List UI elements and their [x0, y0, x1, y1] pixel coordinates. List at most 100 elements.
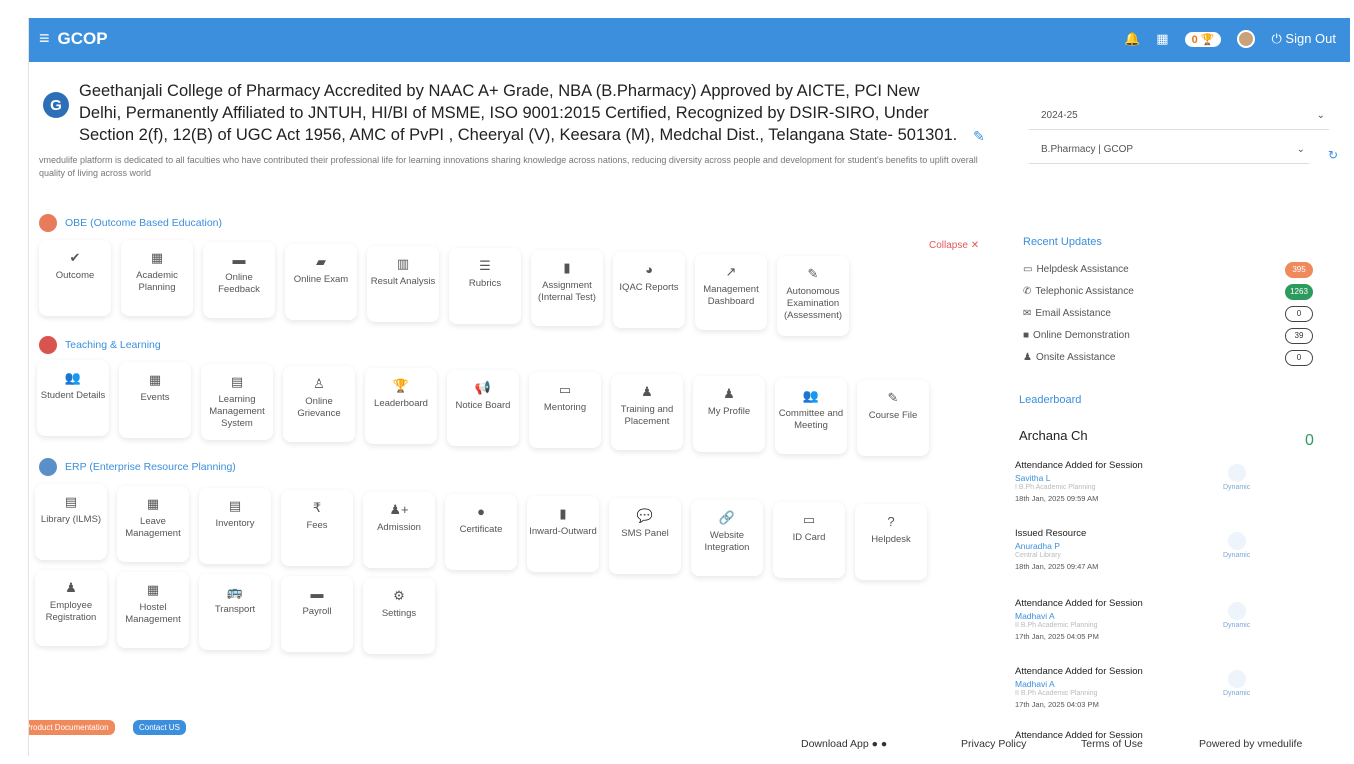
tile-outcome[interactable]: ✔ Outcome [39, 240, 111, 316]
tile-committee-meeting[interactable]: 👥 Committee and Meeting [775, 378, 847, 454]
document-icon: ▮ [563, 260, 571, 275]
certificate-icon: ● [477, 504, 485, 519]
trophy-icon: 🏆 [1200, 33, 1215, 46]
tile-notice-board[interactable]: 📢 Notice Board [447, 370, 519, 446]
tile-online-grievance[interactable]: ♙ Online Grievance [283, 366, 355, 442]
tile-training-placement[interactable]: ♟ Training and Placement [611, 374, 683, 450]
privacy-policy-link[interactable]: Privacy Policy [961, 738, 1026, 750]
tile-academic-planning[interactable]: ▦ Academic Planning [121, 240, 193, 316]
academic-year-select[interactable]: 2024-25 ⌄ [1029, 104, 1329, 130]
tile-certificate[interactable]: ● Certificate [445, 494, 517, 570]
edit-icon[interactable]: ✎ [973, 128, 985, 145]
update-telephonic[interactable]: ✆ Telephonic Assistance 1263 [1023, 283, 1313, 300]
activity-item[interactable]: Attendance Added for Session Savitha L I… [1015, 460, 1315, 503]
tile-fees[interactable]: ₹ Fees [281, 490, 353, 566]
refresh-icon[interactable]: ↻ [1328, 148, 1338, 162]
sign-out-button[interactable]: ⏻ Sign Out [1271, 31, 1336, 47]
update-onsite[interactable]: ♟ Onsite Assistance 0 [1023, 349, 1313, 366]
dynamic-tag: Dynamic [1223, 602, 1250, 629]
tile-settings[interactable]: ⚙ Settings [363, 578, 435, 654]
program-select[interactable]: B.Pharmacy | GCOP ⌄ [1029, 138, 1309, 164]
tile-leave-management[interactable]: ▦ Leave Management [117, 486, 189, 562]
id-card-icon: ▭ [802, 512, 816, 527]
tile-my-profile[interactable]: ♟ My Profile [693, 376, 765, 452]
terms-of-use-link[interactable]: Terms of Use [1081, 738, 1143, 750]
comment-icon: ▬ [232, 252, 246, 267]
teaching-icon [39, 336, 57, 354]
tile-sms-panel[interactable]: 💬 SMS Panel [609, 498, 681, 574]
activity-item[interactable]: Attendance Added for Session Madhavi A I… [1015, 666, 1315, 709]
count-badge: 39 [1285, 327, 1313, 344]
update-online-demo[interactable]: ■ Online Demonstration 39 [1023, 327, 1313, 344]
tile-inventory[interactable]: ▤ Inventory [199, 488, 271, 564]
close-icon: ✕ [970, 240, 980, 251]
folder-icon: ▰ [316, 254, 326, 269]
collapse-button[interactable]: Collapse ✕ [929, 240, 979, 251]
tile-autonomous-examination[interactable]: ✎ Autonomous Examination (Assessment) [777, 256, 849, 336]
trophy-badge[interactable]: 0 🏆 [1184, 31, 1222, 47]
teaching-section-title[interactable]: Teaching & Learning [39, 336, 161, 354]
gear-icon: ⚙ [393, 588, 405, 603]
notification-bell-icon[interactable]: 🔔 [1124, 31, 1140, 47]
question-icon: ? [887, 514, 895, 529]
tile-employee-registration[interactable]: ♟ Employee Registration [35, 570, 107, 646]
edit-document-icon: ✎ [887, 390, 899, 405]
gear-group-icon [39, 458, 57, 476]
tile-hostel-management[interactable]: ▦ Hostel Management [117, 572, 189, 648]
tile-assignment[interactable]: ▮ Assignment (Internal Test) [531, 250, 603, 326]
tile-leaderboard[interactable]: 🏆 Leaderboard [365, 368, 437, 444]
tile-lms[interactable]: ▤ Learning Management System [201, 364, 273, 440]
tile-iqac-reports[interactable]: ◕ IQAC Reports [613, 252, 685, 328]
wallet-icon: ▬ [310, 586, 324, 601]
tile-admission[interactable]: ♟+ Admission [363, 492, 435, 568]
tile-transport[interactable]: 🚌 Transport [199, 574, 271, 650]
tile-rubrics[interactable]: ☰ Rubrics [449, 248, 521, 324]
book-icon: ▤ [230, 374, 244, 389]
download-app-link[interactable]: Download App ● ● [801, 738, 887, 750]
obe-section-title[interactable]: OBE (Outcome Based Education) [39, 214, 222, 232]
chevron-down-icon: ⌄ [1316, 110, 1325, 121]
tile-online-feedback[interactable]: ▬ Online Feedback [203, 242, 275, 318]
group-icon: 👥 [802, 388, 820, 403]
contact-us-button[interactable]: Contact US [133, 720, 186, 735]
tile-inward-outward[interactable]: ▮ Inward-Outward [527, 496, 599, 572]
edit-document-icon: ✎ [807, 266, 819, 281]
hamburger-menu-icon[interactable]: ≡ [39, 28, 50, 49]
tile-payroll[interactable]: ▬ Payroll [281, 576, 353, 652]
list-icon: ☰ [479, 258, 491, 273]
dynamic-tag: Dynamic [1223, 670, 1250, 697]
tile-online-exam[interactable]: ▰ Online Exam [285, 244, 357, 320]
erp-section-title[interactable]: ERP (Enterprise Resource Planning) [39, 458, 236, 476]
chat-icon: 💬 [636, 508, 654, 523]
tile-student-details[interactable]: 👥 Student Details [37, 360, 109, 436]
dynamic-tag: Dynamic [1223, 464, 1250, 491]
tile-events[interactable]: ▦ Events [119, 362, 191, 438]
tile-course-file[interactable]: ✎ Course File [857, 380, 929, 456]
activity-item[interactable]: Attendance Added for Session Madhavi A I… [1015, 598, 1315, 641]
tile-management-dashboard[interactable]: ↗ Management Dashboard [695, 254, 767, 330]
tile-helpdesk[interactable]: ? Helpdesk [855, 504, 927, 580]
top-actions: 🔔 ▦ 0 🏆 ⏻ Sign Out [1124, 30, 1336, 48]
user-plus-icon: ♟+ [389, 502, 409, 517]
activity-item[interactable]: Issued Resource Anuradha P Central Libra… [1015, 528, 1315, 571]
tile-mentoring[interactable]: ▭ Mentoring [529, 372, 601, 448]
leaderboard-title: Leaderboard [1019, 394, 1082, 406]
tile-library[interactable]: ▤ Library (ILMS) [35, 484, 107, 560]
presentation-icon: ▭ [558, 382, 572, 397]
dynamic-tag: Dynamic [1223, 532, 1250, 559]
powered-by[interactable]: Powered by vmedulife [1199, 738, 1302, 750]
update-helpdesk[interactable]: ▭ Helpdesk Assistance 395 [1023, 261, 1313, 278]
brand[interactable]: ≡ GCOP [39, 28, 108, 49]
user-avatar[interactable] [1237, 30, 1256, 48]
tile-website-integration[interactable]: 🔗 Website Integration [691, 500, 763, 576]
building-icon: ▦ [146, 582, 160, 597]
update-email[interactable]: ✉ Email Assistance 0 [1023, 305, 1313, 322]
grid-menu-icon[interactable]: ▦ [1156, 31, 1168, 47]
file-icon: ▮ [559, 506, 567, 521]
tile-id-card[interactable]: ▭ ID Card [773, 502, 845, 578]
product-documentation-button[interactable]: Product Documentation [29, 720, 115, 735]
tile-result-analysis[interactable]: ▥ Result Analysis [367, 246, 439, 322]
count-badge: 0 [1285, 349, 1313, 366]
video-icon: ■ [1023, 330, 1030, 341]
calendar-icon: ▦ [150, 250, 164, 265]
